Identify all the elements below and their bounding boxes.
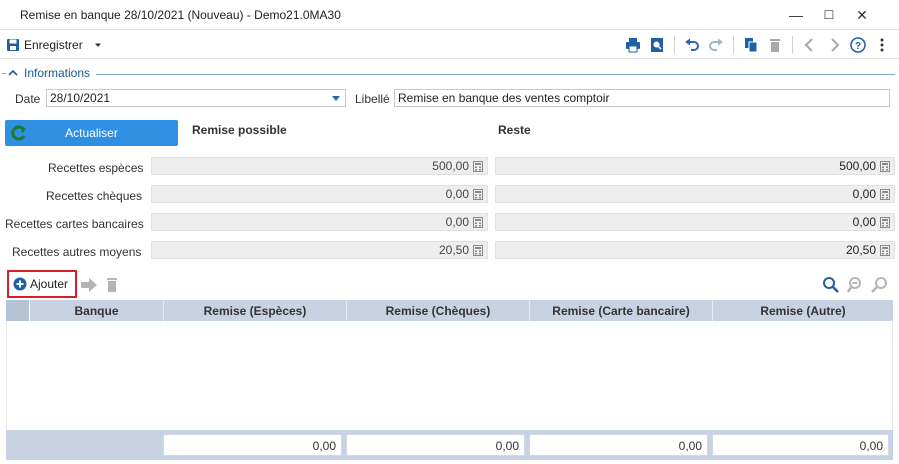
chevron-down-icon[interactable]: [93, 40, 103, 50]
grid-header: Banque Remise (Espèces) Remise (Chèques)…: [6, 300, 893, 321]
reste-header: Reste: [498, 123, 531, 137]
grid-footer: 0,00 0,00 0,00 0,00: [6, 430, 893, 460]
delete-row-icon[interactable]: [103, 276, 121, 294]
total-especes: 0,00: [163, 434, 342, 456]
main-toolbar: Enregistrer ?: [0, 31, 899, 59]
grid-body[interactable]: [6, 321, 893, 430]
forward-arrow-icon[interactable]: [80, 276, 98, 294]
toolbar-separator: [792, 36, 793, 54]
calculator-icon[interactable]: [473, 245, 483, 256]
maximize-button[interactable]: ☐: [812, 4, 846, 26]
total-carte: 0,00: [529, 434, 708, 456]
calculator-icon[interactable]: [880, 217, 890, 228]
recettes-cheques-label: Recettes chèques: [46, 189, 143, 203]
libelle-value: Remise en banque des ventes comptoir: [398, 91, 610, 105]
value: 20,50: [438, 243, 469, 257]
group-line: [96, 74, 895, 75]
close-icon: ✕: [856, 6, 868, 23]
toolbar-separator: [733, 36, 734, 54]
close-button[interactable]: ✕: [845, 4, 879, 26]
copy-icon[interactable]: [742, 36, 760, 54]
recettes-especes-possible: 500,00: [151, 157, 488, 175]
title-bar: Remise en banque 28/10/2021 (Nouveau) - …: [0, 0, 899, 30]
recettes-cheques-reste: 0,00: [495, 185, 895, 203]
more-icon[interactable]: [873, 36, 891, 54]
date-field[interactable]: 28/10/2021: [46, 89, 346, 107]
recettes-cartes-label: Recettes cartes bancaires: [5, 217, 144, 231]
redo-icon[interactable]: [707, 36, 725, 54]
value: 0,00: [852, 187, 876, 201]
column-header-banque[interactable]: Banque: [30, 300, 164, 321]
recettes-cheques-possible: 0,00: [151, 185, 488, 203]
total-autre: 0,00: [712, 434, 889, 456]
value: 500,00: [432, 159, 469, 173]
calculator-icon[interactable]: [473, 161, 483, 172]
grid-toolbar: Ajouter: [0, 270, 899, 300]
value: 0,00: [445, 215, 469, 229]
save-label: Enregistrer: [24, 38, 83, 52]
search-icon[interactable]: [822, 276, 840, 294]
next-icon[interactable]: [825, 36, 843, 54]
date-label: Date: [15, 92, 41, 106]
chevron-up-icon[interactable]: [8, 68, 18, 78]
recettes-autres-reste: 20,50: [495, 241, 895, 259]
add-circle-icon: [13, 277, 27, 291]
value: 0,00: [852, 215, 876, 229]
recettes-especes-reste: 500,00: [495, 157, 895, 175]
row-selector-header[interactable]: [6, 300, 30, 321]
recettes-autres-possible: 20,50: [151, 241, 488, 259]
value: 20,50: [845, 243, 876, 257]
zoom-out-icon[interactable]: [847, 276, 865, 294]
calculator-icon[interactable]: [473, 189, 483, 200]
save-icon: [7, 39, 19, 51]
remise-possible-header: Remise possible: [192, 123, 287, 137]
calculator-icon[interactable]: [880, 189, 890, 200]
recettes-cartes-reste: 0,00: [495, 213, 895, 231]
toolbar-separator: [674, 36, 675, 54]
refresh-icon: [11, 125, 26, 141]
delete-icon[interactable]: [766, 36, 784, 54]
print-preview-icon[interactable]: [648, 36, 666, 54]
value: 500,00: [839, 159, 876, 173]
maximize-icon: ☐: [823, 8, 835, 22]
calculator-icon[interactable]: [880, 245, 890, 256]
minimize-button[interactable]: —: [779, 4, 813, 26]
column-header-cheques[interactable]: Remise (Chèques): [347, 300, 530, 321]
search-clear-icon[interactable]: [871, 276, 889, 294]
recettes-especes-label: Recettes espèces: [48, 161, 144, 175]
calculator-icon[interactable]: [880, 161, 890, 172]
actualiser-button[interactable]: Actualiser: [5, 120, 178, 146]
column-header-especes[interactable]: Remise (Espèces): [164, 300, 347, 321]
date-value: 28/10/2021: [50, 91, 111, 105]
window-title: Remise en banque 28/10/2021 (Nouveau) - …: [20, 8, 341, 22]
recettes-cartes-possible: 0,00: [151, 213, 488, 231]
column-header-carte[interactable]: Remise (Carte bancaire): [530, 300, 713, 321]
total-cheques: 0,00: [346, 434, 525, 456]
help-icon[interactable]: ?: [849, 36, 867, 54]
svg-text:?: ?: [855, 41, 861, 52]
actualiser-label: Actualiser: [65, 126, 118, 140]
group-dash: [2, 73, 6, 74]
informations-header: Informations: [24, 66, 95, 80]
ajouter-button[interactable]: Ajouter: [7, 270, 77, 298]
value: 0,00: [445, 187, 469, 201]
print-icon[interactable]: [624, 36, 642, 54]
calculator-icon[interactable]: [473, 217, 483, 228]
column-header-autre[interactable]: Remise (Autre): [713, 300, 893, 321]
save-button[interactable]: Enregistrer: [6, 35, 103, 55]
libelle-field[interactable]: Remise en banque des ventes comptoir: [394, 89, 890, 107]
informations-group-header[interactable]: Informations: [0, 66, 899, 82]
recettes-autres-label: Recettes autres moyens: [12, 245, 142, 259]
libelle-label: Libellé: [355, 92, 390, 106]
ajouter-label: Ajouter: [30, 277, 69, 291]
undo-icon[interactable]: [683, 36, 701, 54]
minimize-icon: —: [789, 7, 803, 23]
dropdown-arrow-icon[interactable]: [332, 96, 340, 101]
previous-icon[interactable]: [801, 36, 819, 54]
